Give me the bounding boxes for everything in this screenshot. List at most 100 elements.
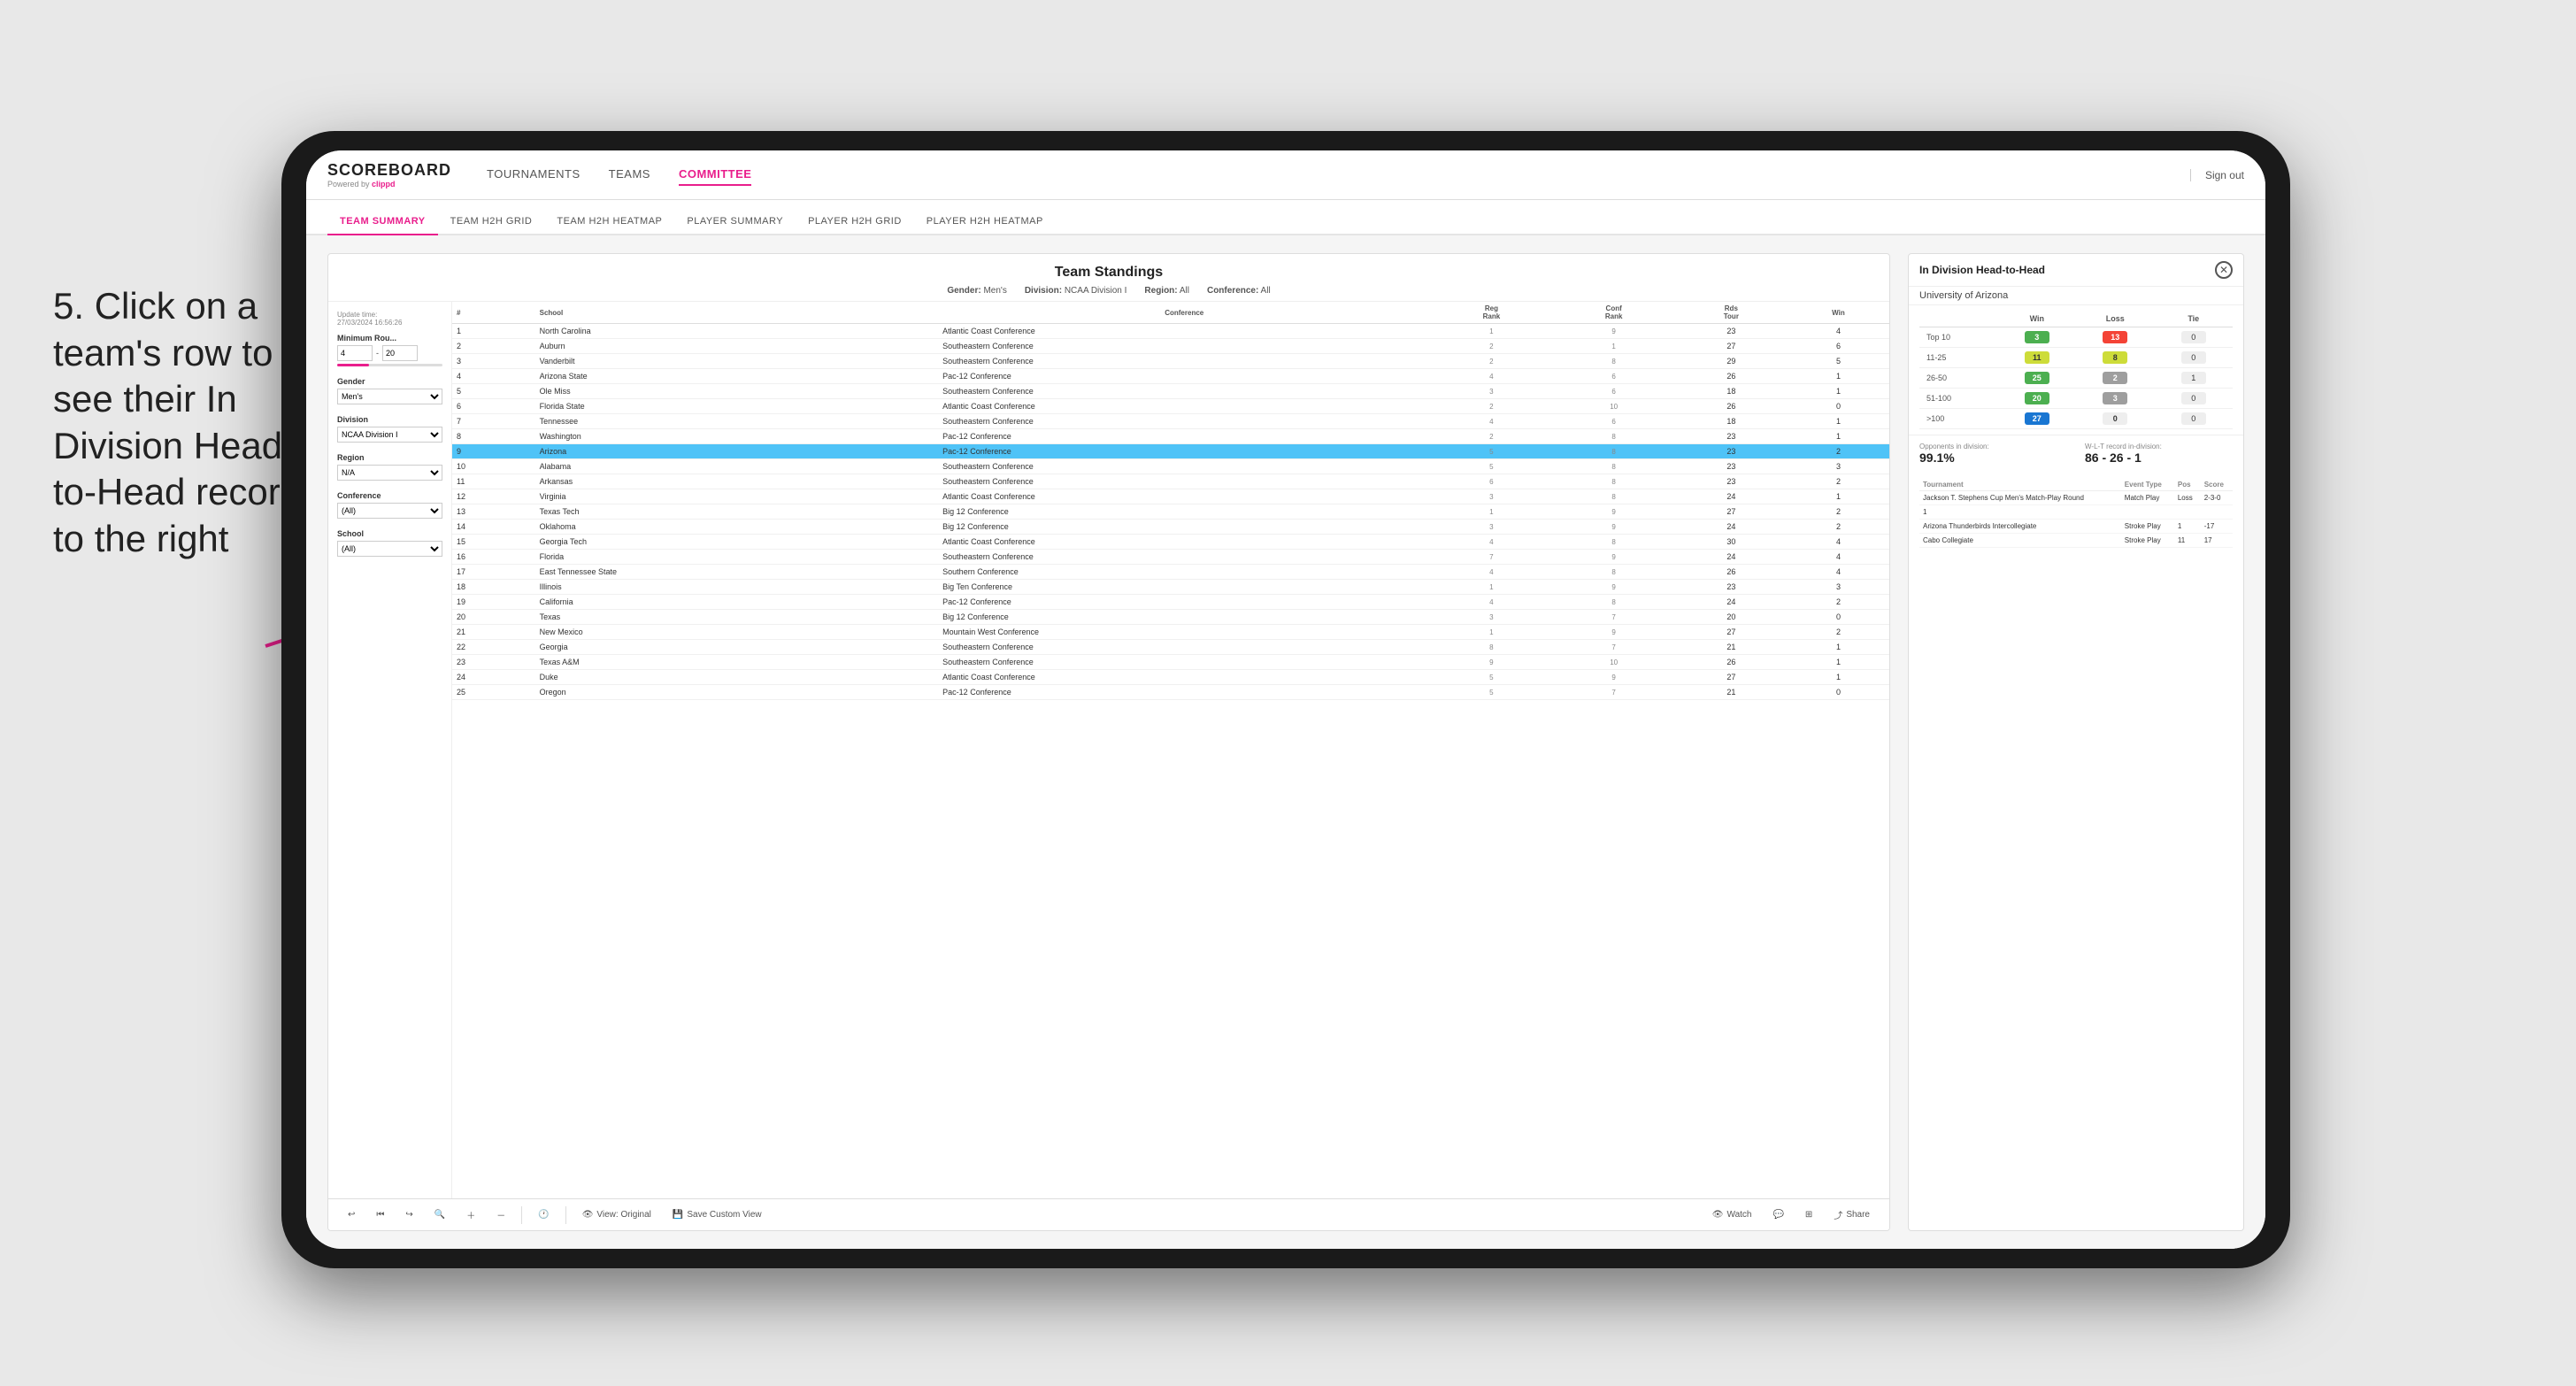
chat-button[interactable]: 💬 (1767, 1207, 1788, 1222)
sub-nav-team-h2h-grid[interactable]: TEAM H2H GRID (438, 209, 545, 235)
cell-conf-rank: 8 (1553, 444, 1675, 459)
cell-rank: 1 (452, 324, 535, 339)
cell-conference: Southeastern Conference (938, 474, 1430, 489)
cell-rds: 26 (1675, 399, 1788, 414)
cell-rds: 26 (1675, 369, 1788, 384)
cell-conf-rank: 9 (1553, 504, 1675, 520)
undo-button[interactable]: ↩ (342, 1207, 360, 1222)
h2h-close-button[interactable]: ✕ (2215, 261, 2233, 279)
table-row[interactable]: 9 Arizona Pac-12 Conference 5 8 23 2 (452, 444, 1889, 459)
cell-rank: 2 (452, 339, 535, 354)
cell-conf-rank: 6 (1553, 414, 1675, 429)
gender-select[interactable]: Men's Women's (337, 389, 442, 404)
minus-button[interactable]: － (491, 1205, 511, 1224)
grid-button[interactable]: ⊞ (1800, 1207, 1818, 1222)
cell-school: East Tennessee State (535, 565, 939, 580)
cell-conf-rank: 8 (1553, 489, 1675, 504)
cell-rank: 7 (452, 414, 535, 429)
table-row[interactable]: 3 Vanderbilt Southeastern Conference 2 8… (452, 354, 1889, 369)
table-row[interactable]: 14 Oklahoma Big 12 Conference 3 9 24 2 (452, 520, 1889, 535)
rounds-separator: - (376, 349, 379, 358)
h2h-range-label: 51-100 (1919, 389, 1998, 409)
cell-reg-rank: 4 (1430, 595, 1552, 610)
region-filter: Region N/A All (337, 453, 442, 481)
clock-button[interactable]: 🕐 (533, 1207, 554, 1222)
sub-nav-team-summary[interactable]: TEAM SUMMARY (327, 209, 438, 235)
table-row[interactable]: 7 Tennessee Southeastern Conference 4 6 … (452, 414, 1889, 429)
share-button[interactable]: ⤴ Share (1828, 1205, 1875, 1224)
add-button[interactable]: ＋ (461, 1205, 481, 1224)
h2h-table-row: >100 27 0 0 (1919, 409, 2233, 429)
watch-button[interactable]: 👁 Watch (1707, 1207, 1757, 1222)
cell-reg-rank: 4 (1430, 535, 1552, 550)
main-content: Team Standings Gender: Men's Division: N… (306, 235, 2265, 1249)
cell-rds: 23 (1675, 580, 1788, 595)
h2h-panel: In Division Head-to-Head ✕ University of… (1908, 253, 2244, 1231)
table-row[interactable]: 24 Duke Atlantic Coast Conference 5 9 27… (452, 670, 1889, 685)
toolbar-sep-1 (521, 1206, 522, 1224)
cell-rank: 4 (452, 369, 535, 384)
table-row[interactable]: 21 New Mexico Mountain West Conference 1… (452, 625, 1889, 640)
table-row[interactable]: 18 Illinois Big Ten Conference 1 9 23 3 (452, 580, 1889, 595)
max-rounds-input[interactable] (382, 345, 418, 361)
table-row[interactable]: 17 East Tennessee State Southern Confere… (452, 565, 1889, 580)
h2h-loss-cell: 2 (2076, 368, 2154, 389)
cell-conference: Southeastern Conference (938, 354, 1430, 369)
nav-committee[interactable]: COMMITTEE (679, 164, 752, 186)
sub-nav-player-h2h-heatmap[interactable]: PLAYER H2H HEATMAP (914, 209, 1056, 235)
table-row[interactable]: 13 Texas Tech Big 12 Conference 1 9 27 2 (452, 504, 1889, 520)
cell-win: 5 (1788, 354, 1889, 369)
table-row[interactable]: 15 Georgia Tech Atlantic Coast Conferenc… (452, 535, 1889, 550)
h2h-header: In Division Head-to-Head ✕ (1909, 254, 2243, 287)
redo-button[interactable]: ↪ (400, 1207, 418, 1222)
view-original-button[interactable]: 👁 View: Original (577, 1207, 657, 1222)
cell-conf-rank: 8 (1553, 535, 1675, 550)
table-row[interactable]: 4 Arizona State Pac-12 Conference 4 6 26… (452, 369, 1889, 384)
table-row[interactable]: 22 Georgia Southeastern Conference 8 7 2… (452, 640, 1889, 655)
cell-rds: 24 (1675, 550, 1788, 565)
table-row[interactable]: 10 Alabama Southeastern Conference 5 8 2… (452, 459, 1889, 474)
division-select[interactable]: NCAA Division I NCAA Division II NCAA Di… (337, 427, 442, 443)
school-select[interactable]: (All) (337, 541, 442, 557)
cell-rank: 24 (452, 670, 535, 685)
cell-reg-rank: 2 (1430, 339, 1552, 354)
sign-out-button[interactable]: Sign out (2190, 169, 2244, 181)
table-row[interactable]: 23 Texas A&M Southeastern Conference 9 1… (452, 655, 1889, 670)
nav-tournaments[interactable]: TOURNAMENTS (487, 164, 581, 186)
table-row[interactable]: 25 Oregon Pac-12 Conference 5 7 21 0 (452, 685, 1889, 700)
cell-win: 3 (1788, 580, 1889, 595)
table-row[interactable]: 5 Ole Miss Southeastern Conference 3 6 1… (452, 384, 1889, 399)
table-row[interactable]: 8 Washington Pac-12 Conference 2 8 23 1 (452, 429, 1889, 444)
cell-conf-rank: 9 (1553, 550, 1675, 565)
h2h-col-tie: Tie (2154, 311, 2233, 327)
region-select[interactable]: N/A All (337, 465, 442, 481)
table-row[interactable]: 1 North Carolina Atlantic Coast Conferen… (452, 324, 1889, 339)
cell-conference: Pac-12 Conference (938, 595, 1430, 610)
table-row[interactable]: 11 Arkansas Southeastern Conference 6 8 … (452, 474, 1889, 489)
division-filter: Division NCAA Division I NCAA Division I… (337, 415, 442, 443)
table-row[interactable]: 19 California Pac-12 Conference 4 8 24 2 (452, 595, 1889, 610)
tournament-pos: Loss (2174, 491, 2201, 505)
sub-nav-team-h2h-heatmap[interactable]: TEAM H2H HEATMAP (544, 209, 674, 235)
conference-select[interactable]: (All) (337, 503, 442, 519)
step-back-button[interactable]: ⏮ (371, 1207, 389, 1222)
cell-school: Oregon (535, 685, 939, 700)
table-row[interactable]: 6 Florida State Atlantic Coast Conferenc… (452, 399, 1889, 414)
table-row[interactable]: 2 Auburn Southeastern Conference 2 1 27 … (452, 339, 1889, 354)
sub-nav-player-summary[interactable]: PLAYER SUMMARY (674, 209, 796, 235)
table-row[interactable]: 12 Virginia Atlantic Coast Conference 3 … (452, 489, 1889, 504)
table-row[interactable]: 20 Texas Big 12 Conference 3 7 20 0 (452, 610, 1889, 625)
tournament-score (2201, 505, 2233, 520)
gender-filter-label: Gender (337, 377, 442, 386)
table-row[interactable]: 16 Florida Southeastern Conference 7 9 2… (452, 550, 1889, 565)
min-rounds-input[interactable] (337, 345, 373, 361)
h2h-title: In Division Head-to-Head (1919, 264, 2045, 276)
sub-nav-player-h2h-grid[interactable]: PLAYER H2H GRID (796, 209, 914, 235)
save-custom-button[interactable]: 💾 Save Custom View (667, 1207, 767, 1222)
cell-rds: 18 (1675, 384, 1788, 399)
zoom-out-button[interactable]: 🔍 (429, 1207, 450, 1222)
filters-panel: Update time: 27/03/2024 16:56:26 Minimum… (328, 302, 452, 1198)
rounds-slider[interactable] (337, 364, 442, 366)
cell-conference: Atlantic Coast Conference (938, 399, 1430, 414)
nav-teams[interactable]: TEAMS (609, 164, 650, 186)
